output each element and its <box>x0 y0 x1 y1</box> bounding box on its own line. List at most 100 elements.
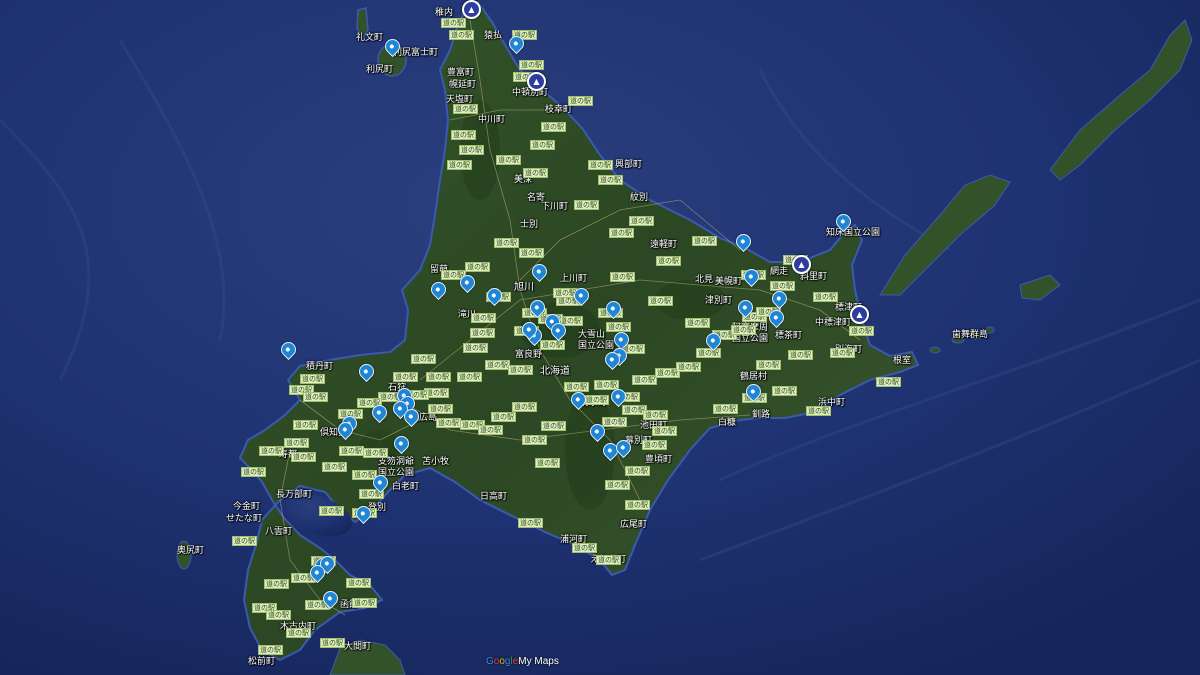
michinoeki-label[interactable]: 道の駅 <box>291 452 316 462</box>
michinoeki-label[interactable]: 道の駅 <box>648 296 673 306</box>
michinoeki-label[interactable]: 道の駅 <box>491 412 516 422</box>
michinoeki-label[interactable]: 道の駅 <box>393 372 418 382</box>
michinoeki-label[interactable]: 道の駅 <box>598 175 623 185</box>
michinoeki-label[interactable]: 道の駅 <box>632 375 657 385</box>
michinoeki-label[interactable]: 道の駅 <box>676 362 701 372</box>
michinoeki-label[interactable]: 道の駅 <box>642 440 667 450</box>
michinoeki-label[interactable]: 道の駅 <box>519 60 544 70</box>
michinoeki-label[interactable]: 道の駅 <box>540 340 565 350</box>
label-shakotan: 積丹町 <box>306 362 334 372</box>
michinoeki-label[interactable]: 道の駅 <box>876 377 901 387</box>
michinoeki-label[interactable]: 道の駅 <box>241 467 266 477</box>
michinoeki-label[interactable]: 道の駅 <box>447 160 472 170</box>
michinoeki-label[interactable]: 道の駅 <box>436 418 461 428</box>
michinoeki-label[interactable]: 道の駅 <box>266 610 291 620</box>
michinoeki-label[interactable]: 道の駅 <box>286 628 311 638</box>
michinoeki-label[interactable]: 道の駅 <box>849 326 874 336</box>
label-nakagawa: 中川町 <box>478 115 506 125</box>
michinoeki-label[interactable]: 道の駅 <box>584 395 609 405</box>
michinoeki-label[interactable]: 道の駅 <box>541 421 566 431</box>
michinoeki-label[interactable]: 道の駅 <box>523 168 548 178</box>
rest-area-shari-icon[interactable]: ▲ <box>792 255 811 274</box>
michinoeki-label[interactable]: 道の駅 <box>713 404 738 414</box>
label-toyotomi: 豊富町 <box>447 68 475 78</box>
michinoeki-label[interactable]: 道の駅 <box>806 406 831 416</box>
michinoeki-label[interactable]: 道の駅 <box>643 410 668 420</box>
michinoeki-label[interactable]: 道の駅 <box>471 313 496 323</box>
michinoeki-label[interactable]: 道の駅 <box>756 360 781 370</box>
michinoeki-label[interactable]: 道の駅 <box>428 404 453 414</box>
michinoeki-label[interactable]: 道の駅 <box>625 500 650 510</box>
michinoeki-label[interactable]: 道の駅 <box>574 200 599 210</box>
michinoeki-label[interactable]: 道の駅 <box>564 382 589 392</box>
michinoeki-label[interactable]: 道の駅 <box>232 536 257 546</box>
michinoeki-label[interactable]: 道の駅 <box>320 638 345 648</box>
rest-area-sarufutsu-icon[interactable]: ▲ <box>527 72 546 91</box>
michinoeki-label[interactable]: 道の駅 <box>303 392 328 402</box>
rest-area-wakkanai-icon[interactable]: ▲ <box>462 0 481 19</box>
michinoeki-label[interactable]: 道の駅 <box>788 350 813 360</box>
michinoeki-label[interactable]: 道の駅 <box>541 122 566 132</box>
michinoeki-label[interactable]: 道の駅 <box>535 458 560 468</box>
michinoeki-label[interactable]: 道の駅 <box>465 262 490 272</box>
michinoeki-label[interactable]: 道の駅 <box>485 360 510 370</box>
michinoeki-label[interactable]: 道の駅 <box>451 130 476 140</box>
michinoeki-label[interactable]: 道の駅 <box>411 354 436 364</box>
rest-area-rausu-icon[interactable]: ▲ <box>850 305 869 324</box>
michinoeki-label[interactable]: 道の駅 <box>625 466 650 476</box>
michinoeki-label[interactable]: 道の駅 <box>322 462 347 472</box>
map-view[interactable]: 礼文町 利尻富士町 利尻町 稚内 猿払 豊富町 幌延町 中頓別町 天塩町 中川町 枝幸町 美深 名寄 下川… <box>0 0 1200 675</box>
michinoeki-label[interactable]: 道の駅 <box>606 322 631 332</box>
michinoeki-label[interactable]: 道の駅 <box>519 248 544 258</box>
michinoeki-label[interactable]: 道の駅 <box>459 145 484 155</box>
michinoeki-label[interactable]: 道の駅 <box>572 543 597 553</box>
michinoeki-label[interactable]: 道の駅 <box>441 18 466 28</box>
michinoeki-label[interactable]: 道の駅 <box>264 579 289 589</box>
michinoeki-label[interactable]: 道の駅 <box>596 555 621 565</box>
michinoeki-label[interactable]: 道の駅 <box>770 281 795 291</box>
michinoeki-label[interactable]: 道の駅 <box>696 348 721 358</box>
michinoeki-label[interactable]: 道の駅 <box>470 328 495 338</box>
michinoeki-label[interactable]: 道の駅 <box>568 96 593 106</box>
michinoeki-label[interactable]: 道の駅 <box>478 425 503 435</box>
michinoeki-label[interactable]: 道の駅 <box>494 238 519 248</box>
michinoeki-label[interactable]: 道の駅 <box>588 160 613 170</box>
michinoeki-label[interactable]: 道の駅 <box>512 402 537 412</box>
michinoeki-label[interactable]: 道の駅 <box>530 140 555 150</box>
michinoeki-label[interactable]: 道の駅 <box>602 417 627 427</box>
michinoeki-label[interactable]: 道の駅 <box>496 155 521 165</box>
michinoeki-label[interactable]: 道の駅 <box>457 372 482 382</box>
michinoeki-label[interactable]: 道の駅 <box>609 228 634 238</box>
michinoeki-label[interactable]: 道の駅 <box>772 386 797 396</box>
michinoeki-label[interactable]: 道の駅 <box>813 292 838 302</box>
michinoeki-label[interactable]: 道の駅 <box>363 448 388 458</box>
michinoeki-label[interactable]: 道の駅 <box>284 438 309 448</box>
michinoeki-label[interactable]: 道の駅 <box>656 256 681 266</box>
michinoeki-label[interactable]: 道の駅 <box>652 426 677 436</box>
michinoeki-label[interactable]: 道の駅 <box>293 420 318 430</box>
michinoeki-label[interactable]: 道の駅 <box>605 480 630 490</box>
michinoeki-label[interactable]: 道の駅 <box>830 348 855 358</box>
michinoeki-label[interactable]: 道の駅 <box>339 446 364 456</box>
michinoeki-label[interactable]: 道の駅 <box>692 236 717 246</box>
michinoeki-label[interactable]: 道の駅 <box>610 272 635 282</box>
michinoeki-label[interactable]: 道の駅 <box>346 578 371 588</box>
label-wakkanai: 稚内 <box>435 8 454 18</box>
michinoeki-label[interactable]: 道の駅 <box>426 372 451 382</box>
michinoeki-label[interactable]: 道の駅 <box>258 645 283 655</box>
michinoeki-label[interactable]: 道の駅 <box>522 435 547 445</box>
label-asahikawa: 旭川 <box>514 282 534 293</box>
michinoeki-label[interactable]: 道の駅 <box>463 343 488 353</box>
michinoeki-label[interactable]: 道の駅 <box>449 30 474 40</box>
google-my-maps-logo: GoogleMy Maps <box>486 656 559 667</box>
michinoeki-label[interactable]: 道の駅 <box>508 365 533 375</box>
michinoeki-label[interactable]: 道の駅 <box>453 104 478 114</box>
michinoeki-label[interactable]: 道の駅 <box>629 216 654 226</box>
michinoeki-label[interactable]: 道の駅 <box>259 446 284 456</box>
michinoeki-label[interactable]: 道の駅 <box>731 325 756 335</box>
michinoeki-label[interactable]: 道の駅 <box>685 318 710 328</box>
michinoeki-label[interactable]: 道の駅 <box>352 598 377 608</box>
michinoeki-label[interactable]: 道の駅 <box>518 518 543 528</box>
michinoeki-label[interactable]: 道の駅 <box>300 374 325 384</box>
michinoeki-label[interactable]: 道の駅 <box>319 506 344 516</box>
